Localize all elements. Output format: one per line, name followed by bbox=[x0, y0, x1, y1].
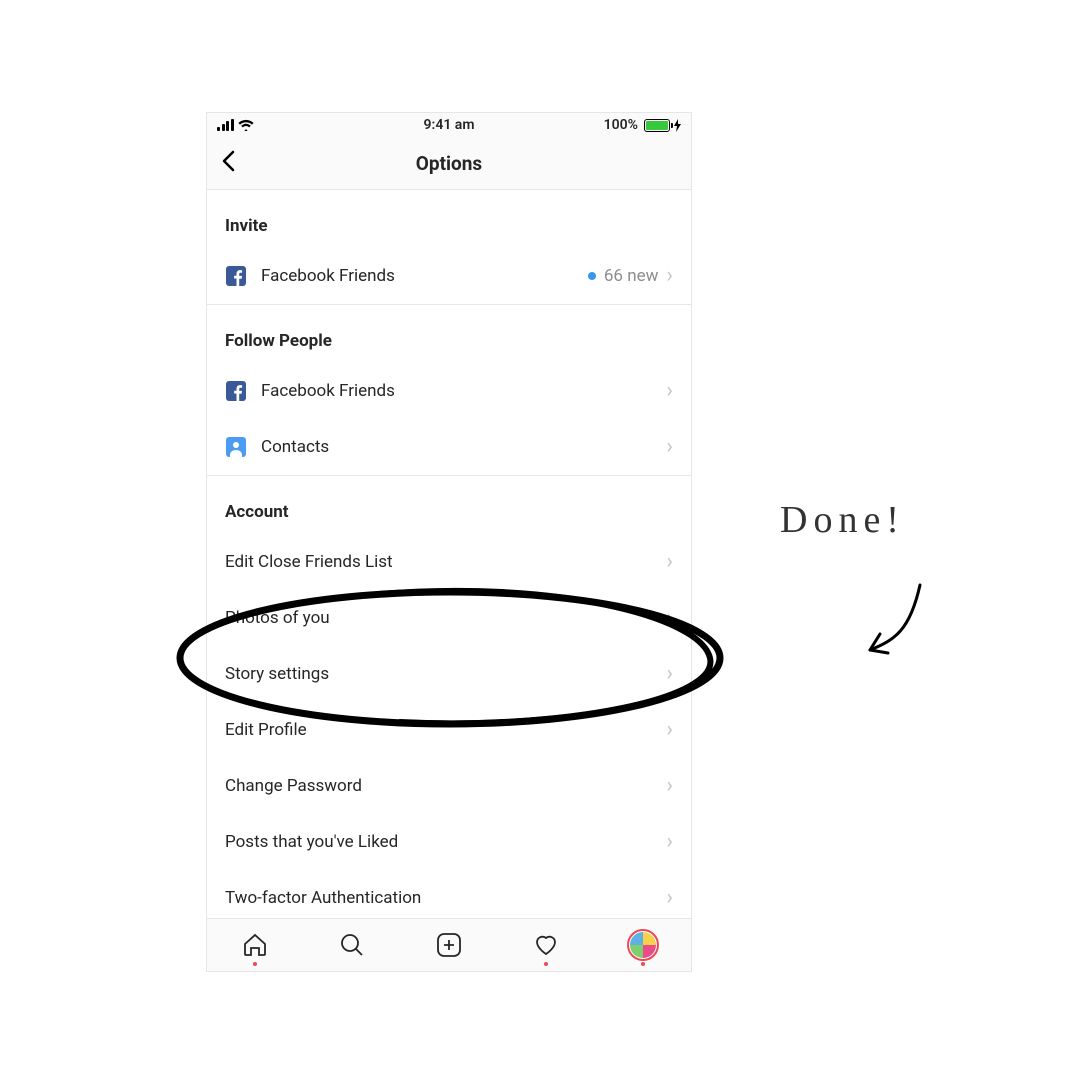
status-bar: 9:41 am 100% bbox=[207, 113, 691, 137]
row-story-settings[interactable]: Story settings › bbox=[207, 646, 691, 702]
signal-icon bbox=[217, 119, 234, 131]
notification-dot-icon bbox=[588, 272, 596, 280]
row-label: Facebook Friends bbox=[261, 266, 588, 286]
battery-text: 100% bbox=[604, 117, 638, 133]
annotation-done-label: Done! bbox=[780, 498, 905, 542]
row-label: Story settings bbox=[225, 664, 658, 684]
chevron-right-icon: › bbox=[666, 380, 673, 402]
row-follow-facebook-friends[interactable]: Facebook Friends › bbox=[207, 363, 691, 419]
chevron-right-icon: › bbox=[666, 831, 673, 853]
plus-square-icon bbox=[436, 932, 462, 958]
search-icon bbox=[339, 932, 365, 958]
row-label: Edit Close Friends List bbox=[225, 552, 658, 572]
row-posts-youve-liked[interactable]: Posts that you've Liked › bbox=[207, 814, 691, 870]
tab-home[interactable] bbox=[240, 930, 270, 960]
chevron-right-icon: › bbox=[666, 607, 673, 629]
tab-search[interactable] bbox=[337, 930, 367, 960]
row-photos-of-you[interactable]: Photos of you › bbox=[207, 590, 691, 646]
tab-create[interactable] bbox=[434, 930, 464, 960]
chevron-right-icon: › bbox=[666, 775, 673, 797]
status-right: 100% bbox=[604, 117, 681, 133]
tab-bar bbox=[207, 918, 691, 971]
facebook-icon bbox=[225, 265, 247, 287]
chevron-right-icon: › bbox=[666, 663, 673, 685]
tab-profile[interactable] bbox=[628, 930, 658, 960]
battery-icon bbox=[644, 119, 670, 132]
phone-frame: 9:41 am 100% Options Invite Facebook Fri… bbox=[206, 112, 692, 972]
section-header-account: Account bbox=[207, 475, 691, 534]
profile-avatar-icon bbox=[630, 932, 656, 958]
wifi-icon bbox=[238, 119, 254, 131]
status-left bbox=[217, 119, 254, 131]
row-two-factor-authentication[interactable]: Two-factor Authentication › bbox=[207, 870, 691, 920]
heart-icon bbox=[533, 932, 559, 958]
chevron-right-icon: › bbox=[666, 551, 673, 573]
page-title: Options bbox=[416, 152, 482, 175]
notification-dot-icon bbox=[544, 962, 548, 966]
section-header-invite: Invite bbox=[207, 190, 691, 248]
home-icon bbox=[242, 932, 268, 958]
badge-text: 66 new bbox=[604, 266, 659, 286]
charging-icon bbox=[674, 119, 681, 132]
facebook-icon bbox=[225, 380, 247, 402]
back-button[interactable] bbox=[207, 150, 249, 177]
nav-bar: Options bbox=[207, 137, 691, 190]
row-follow-contacts[interactable]: Contacts › bbox=[207, 419, 691, 475]
row-label: Facebook Friends bbox=[261, 381, 658, 401]
chevron-right-icon: › bbox=[666, 436, 673, 458]
row-label: Edit Profile bbox=[225, 720, 658, 740]
row-edit-profile[interactable]: Edit Profile › bbox=[207, 702, 691, 758]
chevron-right-icon: › bbox=[666, 887, 673, 909]
notification-dot-icon bbox=[253, 962, 257, 966]
contacts-icon bbox=[225, 436, 247, 458]
chevron-right-icon: › bbox=[666, 265, 673, 287]
notification-dot-icon bbox=[641, 962, 645, 966]
row-edit-close-friends[interactable]: Edit Close Friends List › bbox=[207, 534, 691, 590]
row-label: Change Password bbox=[225, 776, 658, 796]
row-label: Posts that you've Liked bbox=[225, 832, 658, 852]
row-label: Photos of you bbox=[225, 608, 658, 628]
tab-activity[interactable] bbox=[531, 930, 561, 960]
row-label: Two-factor Authentication bbox=[225, 888, 658, 908]
row-label: Contacts bbox=[261, 437, 658, 457]
chevron-right-icon: › bbox=[666, 719, 673, 741]
settings-content[interactable]: Invite Facebook Friends 66 new › Follow … bbox=[207, 190, 691, 920]
row-change-password[interactable]: Change Password › bbox=[207, 758, 691, 814]
row-invite-facebook-friends[interactable]: Facebook Friends 66 new › bbox=[207, 248, 691, 304]
status-time: 9:41 am bbox=[424, 117, 475, 133]
section-header-follow: Follow People bbox=[207, 304, 691, 363]
chevron-left-icon bbox=[221, 150, 235, 172]
